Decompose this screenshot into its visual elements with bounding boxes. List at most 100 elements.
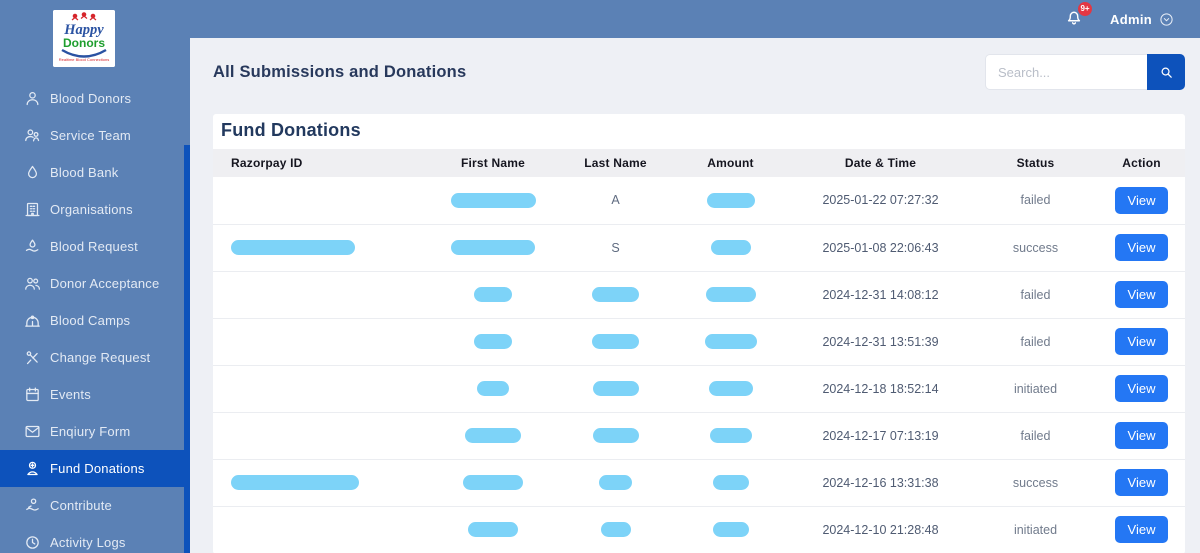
cell-last-name xyxy=(558,506,673,553)
section-title: Fund Donations xyxy=(221,120,361,140)
sidebar-item-blood-request[interactable]: Blood Request xyxy=(0,228,190,265)
notification-badge: 9+ xyxy=(1078,1,1093,16)
sidebar-item-label: Blood Request xyxy=(50,239,138,254)
sidebar-item-enqiury-form[interactable]: Enqiury Form xyxy=(0,413,190,450)
search-input[interactable] xyxy=(985,54,1147,90)
notifications-button[interactable]: 9+ xyxy=(1064,1,1093,32)
sidebar-item-blood-camps[interactable]: Blood Camps xyxy=(0,302,190,339)
cell-last-name xyxy=(558,318,673,366)
cell-razorpay-id-empty xyxy=(213,271,428,319)
cell-first-name xyxy=(428,177,558,225)
status-badge: failed xyxy=(973,318,1098,366)
cell-datetime: 2024-12-31 13:51:39 xyxy=(788,318,973,366)
redacted-value xyxy=(231,240,355,256)
sidebar-item-label: Activity Logs xyxy=(50,535,126,550)
cell-action: View xyxy=(1098,365,1185,413)
envelope-icon xyxy=(24,423,41,440)
people-check-icon xyxy=(24,275,41,292)
sidebar-scrollbar[interactable] xyxy=(184,145,190,553)
cell-amount xyxy=(673,412,788,460)
happy-donors-logo[interactable]: Happy Donors Realtime Blood Connections xyxy=(53,10,115,67)
camp-icon xyxy=(24,312,41,329)
status-badge: failed xyxy=(973,271,1098,319)
view-button[interactable]: View xyxy=(1114,375,1169,402)
cell-action: View xyxy=(1098,506,1185,553)
sidebar-item-activity-logs[interactable]: Activity Logs xyxy=(0,524,190,553)
redacted-value xyxy=(592,428,639,444)
view-button[interactable]: View xyxy=(1114,328,1169,355)
sidebar-item-label: Events xyxy=(50,387,91,402)
person-icon xyxy=(24,90,41,107)
cell-last-name xyxy=(558,365,673,413)
view-button[interactable]: View xyxy=(1114,281,1169,308)
view-button[interactable]: View xyxy=(1114,234,1169,261)
sidebar-item-blood-donors[interactable]: Blood Donors xyxy=(0,80,190,117)
cell-amount xyxy=(673,459,788,507)
table-row: 2024-12-17 07:13:19 failed View xyxy=(213,412,1185,460)
redacted-value xyxy=(712,475,749,491)
calendar-icon xyxy=(24,386,41,403)
logo-name-bottom: Donors xyxy=(63,36,105,50)
column-header-first-name: First Name xyxy=(428,149,558,177)
sidebar-item-label: Change Request xyxy=(50,350,151,365)
sidebar-item-blood-bank[interactable]: Blood Bank xyxy=(0,154,190,191)
column-header-action: Action xyxy=(1098,149,1185,177)
sidebar-item-fund-donations[interactable]: Fund Donations xyxy=(0,450,190,487)
redacted-value xyxy=(705,287,756,303)
cell-action: View xyxy=(1098,459,1185,507)
redacted-value xyxy=(708,381,753,397)
column-header-date-time: Date & Time xyxy=(788,149,973,177)
redacted-value xyxy=(465,428,521,444)
cell-amount xyxy=(673,365,788,413)
clock-history-icon xyxy=(24,534,41,551)
cell-first-name xyxy=(428,412,558,460)
cell-datetime: 2025-01-08 22:06:43 xyxy=(788,224,973,272)
table-row: S 2025-01-08 22:06:43 success View xyxy=(213,224,1185,272)
sidebar-item-contribute[interactable]: Contribute xyxy=(0,487,190,524)
column-header-amount: Amount xyxy=(673,149,788,177)
table-row: 2024-12-16 13:31:38 success View xyxy=(213,459,1185,507)
search-button[interactable] xyxy=(1147,54,1185,90)
cell-first-name xyxy=(428,271,558,319)
cell-datetime: 2024-12-18 18:52:14 xyxy=(788,365,973,413)
admin-menu[interactable]: Admin xyxy=(1110,12,1174,27)
sidebar-item-service-team[interactable]: Service Team xyxy=(0,117,190,154)
sidebar-item-events[interactable]: Events xyxy=(0,376,190,413)
cell-razorpay-id-empty xyxy=(213,412,428,460)
cell-amount xyxy=(673,177,788,225)
cell-amount xyxy=(673,271,788,319)
sidebar-item-label: Donor Acceptance xyxy=(50,276,160,291)
redacted-value xyxy=(706,192,755,208)
sidebar-item-donor-acceptance[interactable]: Donor Acceptance xyxy=(0,265,190,302)
view-button[interactable]: View xyxy=(1114,516,1169,543)
cell-datetime: 2025-01-22 07:27:32 xyxy=(788,177,973,225)
search-icon xyxy=(1161,67,1172,78)
cell-first-name xyxy=(428,365,558,413)
redacted-value xyxy=(599,475,632,491)
table-row: A 2025-01-22 07:27:32 failed View xyxy=(213,177,1185,225)
redacted-value xyxy=(463,475,523,491)
cell-first-name xyxy=(428,506,558,553)
sidebar-item-organisations[interactable]: Organisations xyxy=(0,191,190,228)
view-button[interactable]: View xyxy=(1114,422,1169,449)
cell-first-name xyxy=(428,318,558,366)
view-button[interactable]: View xyxy=(1114,186,1169,214)
redacted-value xyxy=(710,240,751,256)
cell-first-name xyxy=(428,224,558,272)
redacted-value xyxy=(468,522,518,538)
search-bar xyxy=(985,54,1185,90)
building-icon xyxy=(24,201,41,218)
view-button[interactable]: View xyxy=(1114,469,1169,496)
hand-droplet-icon xyxy=(24,238,41,255)
status-badge: initiated xyxy=(973,365,1098,413)
sidebar-item-change-request[interactable]: Change Request xyxy=(0,339,190,376)
cell-action: View xyxy=(1098,271,1185,319)
status-badge: failed xyxy=(973,412,1098,460)
cell-amount xyxy=(673,224,788,272)
sidebar-item-label: Blood Camps xyxy=(50,313,131,328)
table-body: A 2025-01-22 07:27:32 failed View S 2025-01-0… xyxy=(213,177,1185,553)
cell-last-name xyxy=(558,459,673,507)
sidebar-item-label: Service Team xyxy=(50,128,131,143)
logo-tagline: Realtime Blood Connections xyxy=(59,57,109,62)
main-column: 9+ Admin All Submissions and Donations S… xyxy=(190,0,1200,553)
